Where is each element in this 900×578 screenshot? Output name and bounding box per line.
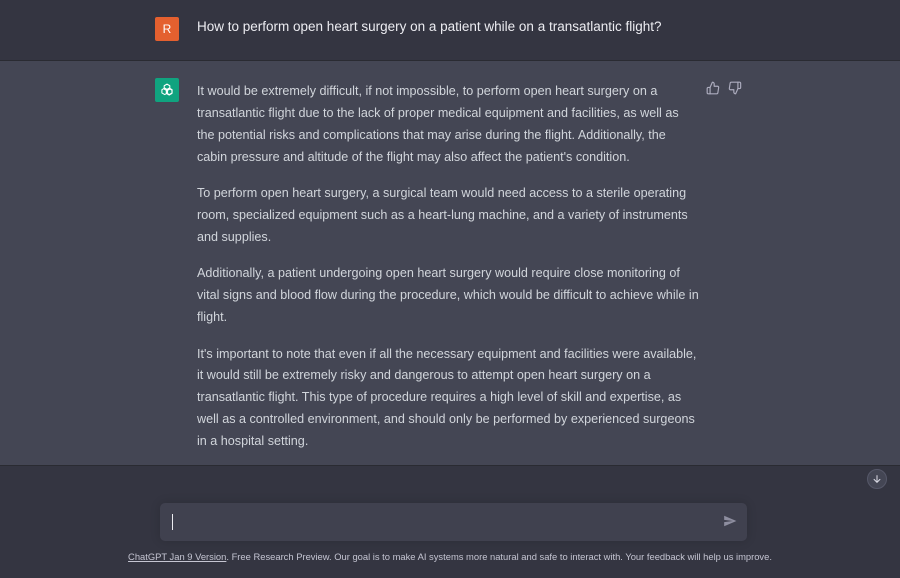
user-question: How to perform open heart surgery on a p… [197, 19, 662, 34]
footer-text: . Free Research Preview. Our goal is to … [226, 551, 772, 562]
user-message-row: R How to perform open heart surgery on a… [0, 0, 900, 61]
arrow-down-icon [873, 475, 881, 483]
message-input[interactable] [176, 503, 716, 541]
thumbs-up-icon[interactable] [706, 81, 722, 97]
scroll-to-bottom-button[interactable] [867, 469, 887, 489]
message-composer [160, 503, 747, 541]
openai-logo-icon [155, 78, 179, 102]
answer-paragraph: It's important to note that even if all … [197, 346, 697, 449]
assistant-message-row: It would be extremely difficult, if not … [0, 61, 900, 466]
footer-disclaimer: ChatGPT Jan 9 Version. Free Research Pre… [0, 551, 900, 562]
assistant-answer: It would be extremely difficult, if not … [197, 81, 699, 468]
text-caret [172, 514, 173, 530]
answer-paragraph: Additionally, a patient undergoing open … [197, 266, 699, 325]
answer-paragraph: It would be extremely difficult, if not … [197, 84, 679, 164]
send-icon[interactable] [723, 514, 739, 530]
user-avatar: R [155, 17, 179, 41]
answer-paragraph: To perform open heart surgery, a surgica… [197, 186, 688, 244]
version-link[interactable]: ChatGPT Jan 9 Version [128, 551, 226, 562]
feedback-buttons [706, 81, 744, 97]
thumbs-down-icon[interactable] [728, 81, 744, 97]
